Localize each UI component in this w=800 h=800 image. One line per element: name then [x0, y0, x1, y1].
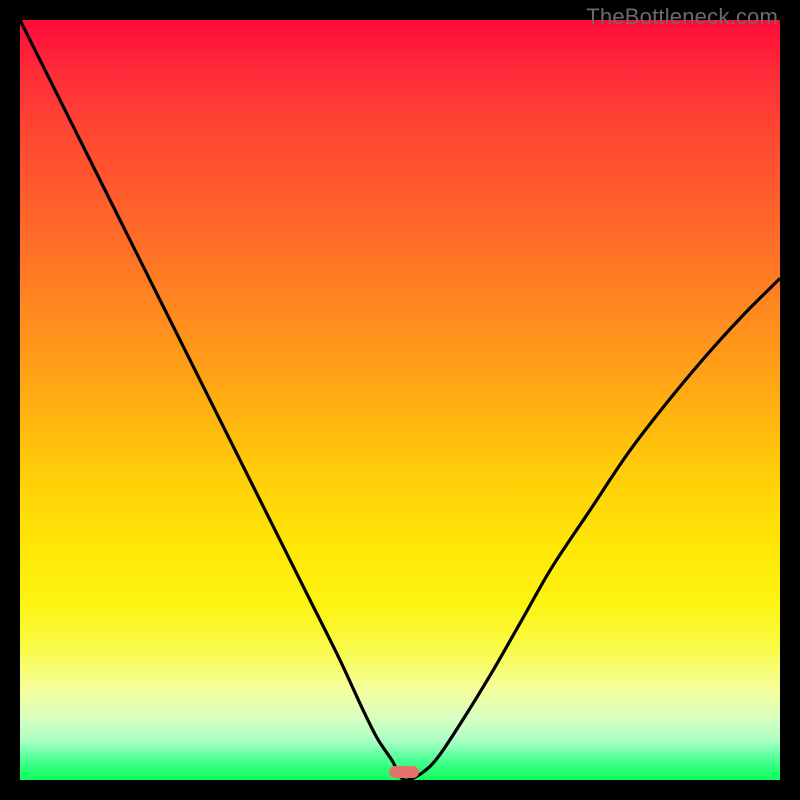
chart-frame: TheBottleneck.com [0, 0, 800, 800]
minimum-marker [389, 766, 419, 778]
plot-area [20, 20, 780, 780]
bottleneck-curve [20, 20, 780, 780]
curve-path [20, 20, 780, 780]
watermark-text: TheBottleneck.com [586, 4, 778, 30]
